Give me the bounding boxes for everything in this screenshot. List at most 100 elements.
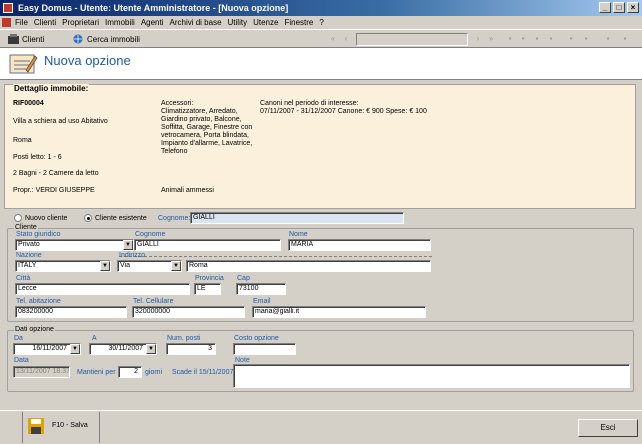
page-title: Nuova opzione: [44, 53, 131, 68]
next-record-icon[interactable]: ›: [473, 34, 483, 44]
property-detail-panel: Dettaglio immobile: RIF00004 Villa a sch…: [4, 84, 636, 209]
name-input[interactable]: MARIA: [288, 239, 431, 251]
to-date-input[interactable]: 30/11/2007 ▼: [89, 343, 157, 355]
mobile-phone-label: Tel. Cellulare: [133, 298, 174, 305]
search-surname-label: Cognome:: [158, 215, 191, 222]
to-date-value: 30/11/2007: [108, 345, 143, 352]
first-record-icon[interactable]: «: [328, 34, 338, 44]
menu-file[interactable]: File: [12, 16, 31, 29]
chevron-down-icon[interactable]: ▼: [123, 240, 133, 250]
existing-client-radio[interactable]: [84, 214, 92, 222]
name-label: Nome: [289, 231, 308, 238]
form-area: Nuova opzione Dettaglio immobile: RIF000…: [0, 48, 642, 410]
menu-proprietari[interactable]: Proprietari: [59, 16, 102, 29]
property-code: RIF00004: [13, 100, 44, 107]
new-record-icon[interactable]: ▪: [505, 34, 515, 44]
existing-client-label: Cliente esistente: [95, 215, 147, 222]
client-type-selector: Nuovo cliente Cliente esistente Cognome:…: [0, 211, 642, 225]
save-button[interactable]: F10 - Salva: [22, 412, 100, 443]
expiry-text: Scade il 15/11/2007: [172, 369, 234, 376]
exit-button[interactable]: Esci: [578, 419, 638, 437]
cerca-immobili-button[interactable]: Cerca immobili: [73, 33, 140, 46]
notes-textarea[interactable]: [233, 364, 630, 388]
accessories-line: Telefono: [161, 148, 188, 155]
to-date-label: A: [92, 335, 97, 342]
clienti-button[interactable]: Clienti: [8, 33, 44, 46]
clients-icon: [8, 34, 19, 44]
street-type-select[interactable]: Via ▼: [117, 260, 182, 272]
menu-utenze[interactable]: Utenze: [250, 16, 281, 29]
app-icon: [3, 3, 13, 13]
mobile-phone-input[interactable]: 320000000: [132, 306, 245, 318]
notepad-icon: [9, 54, 38, 74]
option-group-legend: Dati opzione: [14, 326, 55, 333]
record-navigator-field[interactable]: [356, 33, 468, 46]
email-input[interactable]: maria@gialli.it: [252, 306, 426, 318]
calendar-dropdown-icon[interactable]: ▼: [70, 344, 80, 354]
save-record-icon[interactable]: ▪: [532, 34, 542, 44]
from-date-input[interactable]: 16/11/2007 ▼: [13, 343, 81, 355]
property-rooms: 2 Bagni - 2 Camere da letto: [13, 170, 99, 177]
city-input[interactable]: Lecce: [15, 283, 190, 295]
home-phone-input[interactable]: 083200000: [15, 306, 127, 318]
legal-status-label: Stato giuridico: [16, 231, 61, 238]
prev-record-icon[interactable]: ‹: [341, 34, 351, 44]
delete-record-icon[interactable]: ▪: [546, 34, 556, 44]
address-label: Indirizzo: [119, 252, 432, 259]
from-date-label: Da: [14, 335, 23, 342]
country-select[interactable]: ITALY ▼: [15, 260, 111, 272]
country-label: Nazione: [16, 252, 42, 259]
option-cost-input[interactable]: [233, 343, 296, 355]
legal-status-select[interactable]: Privato ▼: [15, 239, 134, 251]
title-bar: Easy Domus - Utente: Utente Amministrato…: [0, 0, 642, 16]
menu-help[interactable]: ?: [316, 16, 326, 29]
rent-period-value: 07/11/2007 - 31/12/2007 Canone: € 900 Sp…: [260, 108, 427, 115]
filter-icon[interactable]: ▪: [581, 34, 591, 44]
num-beds-input[interactable]: 3: [166, 343, 216, 355]
menu-immobili[interactable]: Immobili: [102, 16, 138, 29]
save-label: F10 - Salva: [52, 422, 88, 429]
zip-label: Cap: [237, 275, 250, 282]
print-icon[interactable]: ▪: [603, 34, 613, 44]
property-owner: Propr.: VERDI GIUSEPPE: [13, 187, 95, 194]
minimize-button[interactable]: _: [599, 2, 611, 13]
keep-days-input[interactable]: 2: [118, 366, 142, 378]
close-button[interactable]: ×: [627, 2, 639, 13]
home-phone-label: Tel. abitazione: [16, 298, 61, 305]
created-date-input: 13/11/2007 18.37: [13, 366, 70, 378]
calendar-dropdown-icon[interactable]: ▼: [146, 344, 156, 354]
mdi-doc-icon[interactable]: [2, 18, 11, 27]
keep-for-label: Mantieni per: [77, 369, 116, 376]
globe-search-icon: [73, 34, 83, 44]
chevron-down-icon[interactable]: ▼: [100, 261, 110, 271]
menu-bar: File Clienti Proprietari Immobili Agenti Arch…: [0, 16, 642, 29]
menu-finestre[interactable]: Finestre: [281, 16, 316, 29]
surname-input[interactable]: GIALLI: [134, 239, 281, 251]
cerca-label: Cerca immobili: [87, 35, 140, 44]
search-surname-input[interactable]: GIALLI: [190, 212, 404, 224]
property-beds: Posti letto: 1 - 6: [13, 154, 62, 161]
bottom-bar: F10 - Salva Esci: [0, 410, 642, 444]
menu-archivi[interactable]: Archivi di base: [167, 16, 225, 29]
export-icon[interactable]: ▪: [620, 34, 630, 44]
zip-input[interactable]: 73100: [236, 283, 286, 295]
restore-button[interactable]: □: [613, 2, 625, 13]
option-group: Dati opzione Da 16/11/2007 ▼ A 30/11/2007…: [7, 326, 634, 392]
legal-status-value: Privato: [18, 241, 40, 248]
property-detail-legend: Dettaglio immobile:: [13, 84, 90, 93]
form-header: Nuova opzione: [0, 48, 642, 80]
menu-clienti[interactable]: Clienti: [31, 16, 59, 29]
property-city: Roma: [13, 137, 32, 144]
days-label: giorni: [145, 369, 163, 376]
last-record-icon[interactable]: »: [486, 34, 496, 44]
edit-record-icon[interactable]: ▪: [518, 34, 528, 44]
province-input[interactable]: LE: [194, 283, 221, 295]
menu-agenti[interactable]: Agenti: [138, 16, 167, 29]
city-label: Città: [16, 275, 31, 282]
address-input[interactable]: Roma: [186, 260, 431, 272]
sort-icon[interactable]: ▪: [566, 34, 576, 44]
clienti-label: Clienti: [22, 35, 45, 44]
chevron-down-icon[interactable]: ▼: [171, 261, 181, 271]
new-client-radio[interactable]: [14, 214, 22, 222]
menu-utility[interactable]: Utility: [225, 16, 251, 29]
